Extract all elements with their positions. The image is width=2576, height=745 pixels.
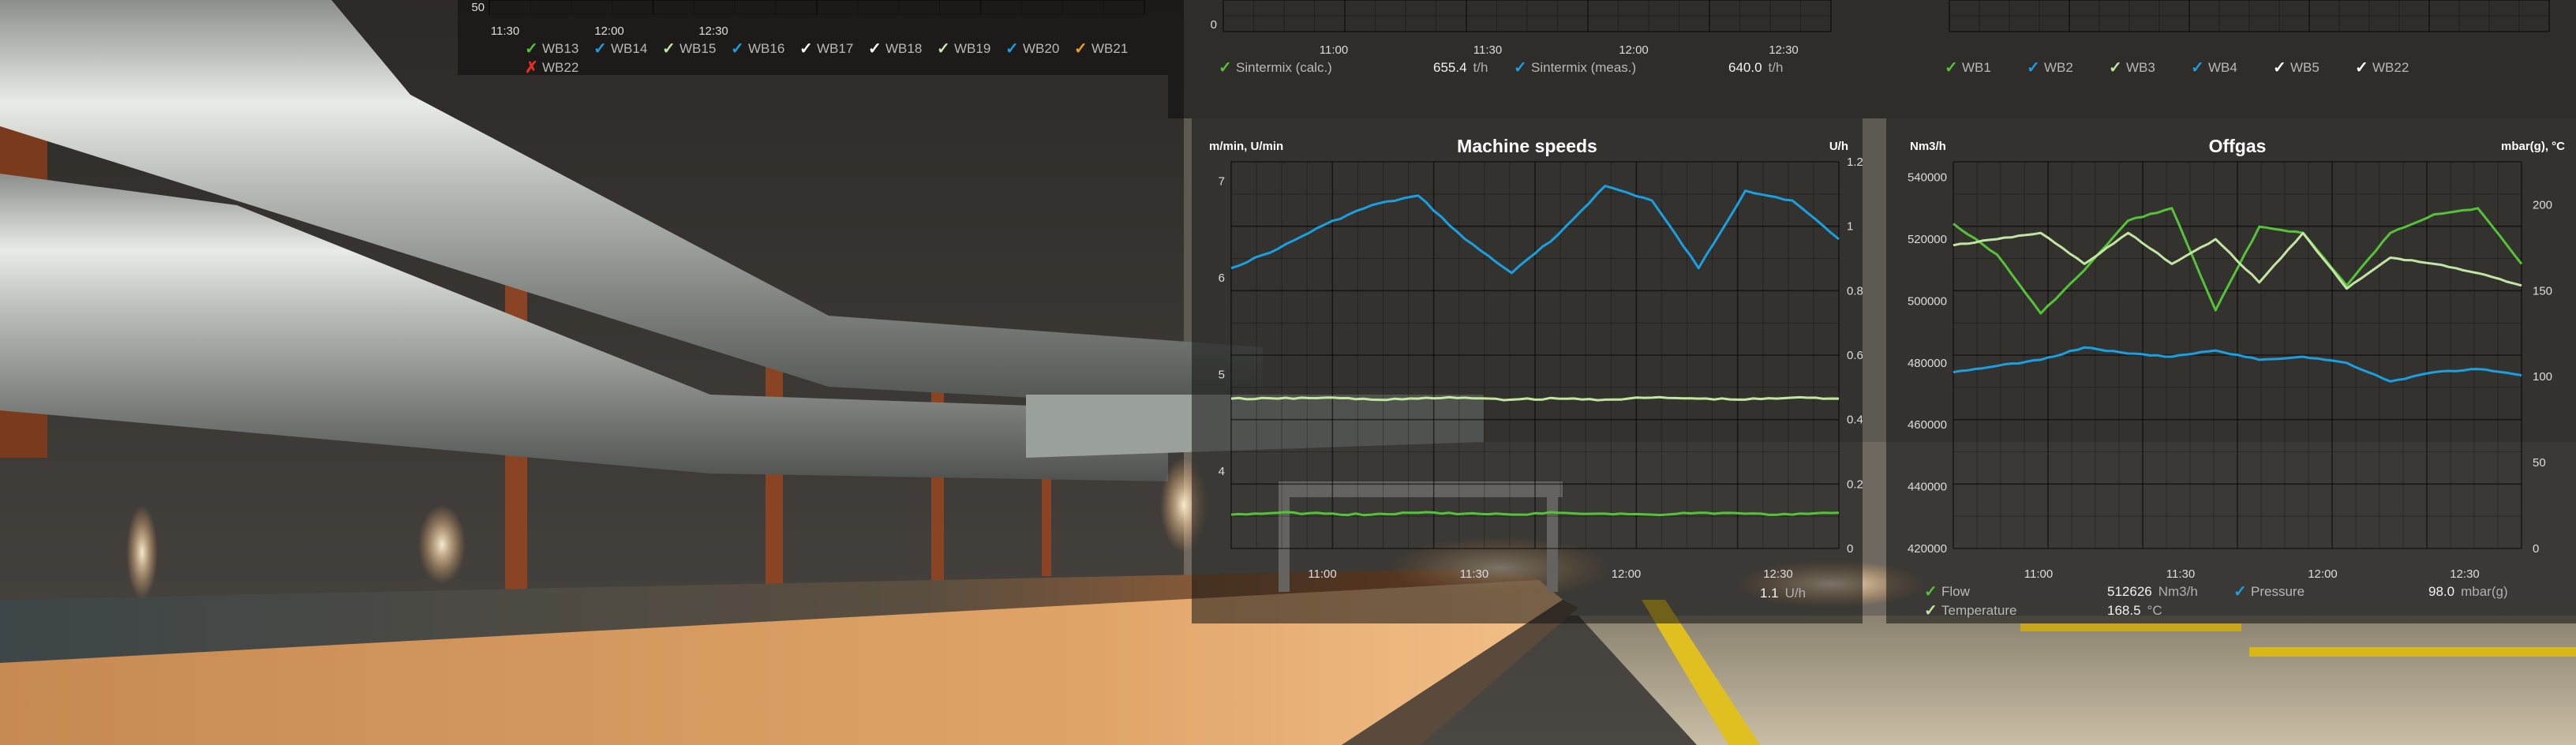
y-tick-label: 520000 (1908, 233, 1947, 246)
legend-item-temperature[interactable]: ✓ Temperature 168.5 °C (1924, 603, 2162, 619)
check-icon: ✓ (1514, 59, 1527, 77)
machine-speeds-chart: Machine speeds m/min, U/min U/h 4 5 6 7 0 0.2 0.4… (1209, 136, 1863, 581)
offgas-chart: Offgas Nm3/h mbar(g), °C 420000 440000 460000… (1908, 136, 2565, 581)
check-icon: ✓ (1924, 602, 1938, 620)
x-icon: ✗ (525, 59, 538, 77)
legend-item-machine-speed[interactable]: 1.1 U/h (1760, 586, 1806, 601)
machine-speeds-panel: Machine speeds m/min, U/min U/h 4 5 6 7 0 0.2 0.4… (1192, 118, 1863, 623)
check-icon: ✓ (2355, 59, 2368, 77)
legend-item[interactable]: ✓ WB14 (593, 41, 647, 57)
legend-item[interactable]: ✓ WB21 (1074, 41, 1128, 57)
legend-item[interactable]: ✓ WB22 (2355, 60, 2409, 76)
legend-item[interactable]: ✓ WB2 (2027, 60, 2073, 76)
y-tick-label-right: 0.6 (1847, 349, 1863, 362)
y-axis-label-right: U/h (1829, 140, 1848, 153)
legend-item[interactable]: ✓ WB1 (1945, 60, 1991, 76)
legend-item-flow[interactable]: ✓ Flow 512626 Nm3/h (1924, 584, 2198, 600)
y-tick-label-right: 1 (1847, 220, 1853, 234)
y-tick-label-right: 0 (2533, 542, 2539, 556)
wb1-panel: ✓ WB1 ✓ WB2 ✓ WB3 ✓ WB4 ✓ WB5 ✓ WB22 (1863, 0, 2576, 118)
legend-item[interactable]: ✓ WB19 (937, 41, 990, 57)
x-tick-label: 11:30 (491, 24, 519, 38)
check-icon: ✓ (1005, 40, 1019, 58)
x-tick-label: 12:00 (2308, 567, 2338, 581)
check-icon: ✓ (593, 40, 607, 58)
x-tick-label: 11:30 (2166, 567, 2195, 581)
x-tick-label: 11:30 (1460, 567, 1488, 581)
check-icon: ✓ (799, 40, 813, 58)
x-tick-label: 12:30 (2450, 567, 2480, 581)
check-icon: ✓ (731, 40, 744, 58)
x-tick-label: 11:30 (1473, 43, 1502, 57)
legend-item[interactable]: ✓ WB3 (2109, 60, 2155, 76)
legend-item-sintermix-meas[interactable]: ✓ Sintermix (meas.) 640.0 t/h (1514, 60, 1783, 76)
sintermix-panel: 0 11:00 11:30 12:00 12:30 ✓ Sintermix (calc.… (1168, 0, 1863, 118)
x-tick-label: 11:00 (1320, 43, 1348, 57)
legend-item-pressure[interactable]: ✓ Pressure 98.0 mbar(g) (2233, 584, 2508, 600)
check-icon: ✓ (2273, 59, 2286, 77)
y-tick-label-right: 0.8 (1847, 284, 1863, 298)
x-tick-label: 12:00 (1612, 567, 1642, 581)
y-tick-label: 0 (1211, 18, 1217, 32)
y-tick-label: 440000 (1908, 481, 1947, 494)
offgas-panel: Offgas Nm3/h mbar(g), °C 420000 440000 460000… (1886, 118, 2576, 623)
legend-item[interactable]: ✓ WB13 (525, 41, 578, 57)
y-tick-label: 4 (1219, 465, 1225, 478)
check-icon: ✓ (1219, 59, 1232, 77)
wb1-chart (1949, 0, 2550, 32)
x-tick-label: 12:30 (698, 24, 728, 38)
legend-item[interactable]: ✓ WB4 (2191, 60, 2237, 76)
check-icon: ✓ (1945, 59, 1958, 77)
legend-item[interactable]: ✓ WB18 (868, 41, 922, 57)
legend-item[interactable]: ✓ WB17 (799, 41, 853, 57)
x-tick-label: 11:00 (2024, 567, 2053, 581)
legend-item[interactable]: ✗ WB22 (525, 60, 578, 76)
y-tick-label-right: 1.2 (1847, 155, 1863, 169)
check-icon: ✓ (1074, 40, 1088, 58)
y-tick-label-right: 200 (2533, 198, 2552, 212)
y-tick-label-right: 100 (2533, 370, 2552, 384)
check-icon: ✓ (662, 40, 676, 58)
chart-title: Machine speeds (1457, 136, 1597, 156)
legend-item-sintermix-calc[interactable]: ✓ Sintermix (calc.) 655.4 t/h (1219, 60, 1488, 76)
y-tick-label-right: 0.2 (1847, 477, 1863, 491)
check-icon: ✓ (525, 40, 538, 58)
check-icon: ✓ (937, 40, 950, 58)
y-tick-label-right: 0 (1847, 542, 1853, 556)
x-tick-label: 11:00 (1308, 567, 1336, 581)
x-tick-label: 12:00 (594, 24, 624, 38)
y-tick-label: 50 (471, 1, 485, 14)
check-icon: ✓ (2191, 59, 2204, 77)
y-tick-label: 6 (1219, 271, 1225, 285)
y-tick-label-right: 50 (2533, 456, 2546, 470)
y-tick-label: 480000 (1908, 357, 1947, 370)
x-tick-label: 12:30 (1769, 43, 1799, 57)
y-axis-label-left: Nm3/h (1910, 140, 1946, 153)
y-tick-label: 460000 (1908, 418, 1947, 432)
y-tick-label: 420000 (1908, 542, 1947, 556)
legend-item[interactable]: ✓ WB15 (662, 41, 716, 57)
wb13-panel: 5011:0011:3012:0012:30 ✓WB13 ✓WB14 ✓WB15… (458, 0, 1168, 76)
y-tick-label-right: 150 (2533, 284, 2552, 298)
legend-item[interactable]: ✓ WB16 (731, 41, 784, 57)
y-tick-label: 500000 (1908, 294, 1947, 308)
y-tick-label: 5 (1219, 369, 1225, 382)
y-axis-label-left: m/min, U/min (1209, 140, 1283, 153)
check-icon: ✓ (2027, 59, 2040, 77)
legend-item[interactable]: ✓ WB20 (1005, 41, 1059, 57)
legend-item[interactable]: ✓ WB5 (2273, 60, 2320, 76)
check-icon: ✓ (1924, 583, 1938, 601)
y-tick-label: 7 (1219, 175, 1225, 189)
chart-title: Offgas (2209, 136, 2267, 156)
y-tick-label: 540000 (1908, 171, 1947, 185)
check-icon: ✓ (2109, 59, 2122, 77)
x-tick-label: 12:30 (1763, 567, 1793, 581)
check-icon: ✓ (868, 40, 882, 58)
y-tick-label-right: 0.4 (1847, 414, 1863, 427)
y-axis-label-right: mbar(g), °C (2501, 140, 2565, 153)
x-tick-label: 12:00 (1619, 43, 1649, 57)
check-icon: ✓ (2233, 583, 2247, 601)
